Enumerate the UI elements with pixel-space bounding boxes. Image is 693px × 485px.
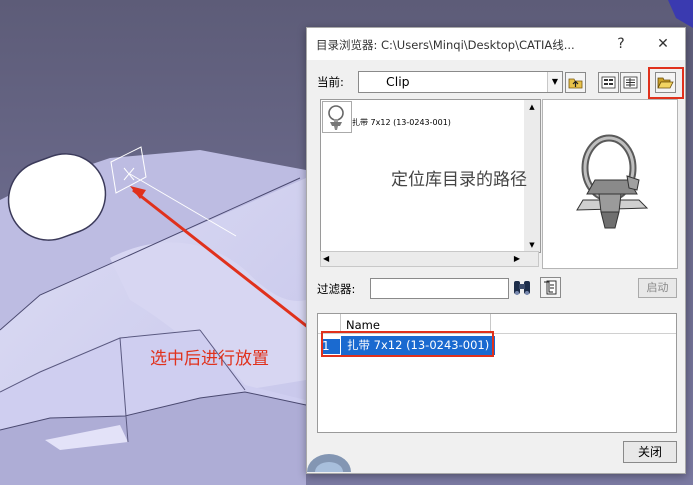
current-label: 当前:	[317, 75, 344, 89]
scroll-right-icon[interactable]: ▶	[514, 254, 520, 263]
list-item[interactable]: 扎带 7x12 (13-0243-001)	[321, 100, 521, 133]
view-icons-button[interactable]	[598, 72, 619, 93]
open-catalog-highlight	[648, 67, 684, 99]
dialog-title: 目录浏览器: C:\Users\Minqi\Desktop\CATIA线...	[316, 38, 575, 52]
results-table: Name 1 扎带 7x12 (13-0243-001)	[317, 313, 677, 433]
column-header-name[interactable]: Name	[346, 318, 380, 332]
filter-button[interactable]	[540, 277, 561, 298]
scroll-left-icon[interactable]: ◀	[323, 254, 329, 263]
folder-up-icon	[568, 78, 583, 89]
search-button[interactable]	[511, 276, 533, 298]
folder-up-button[interactable]	[565, 72, 586, 93]
view-details-icon	[623, 76, 638, 89]
close-button[interactable]: 关闭	[623, 441, 677, 463]
selected-row-highlight	[321, 331, 494, 357]
scroll-down-icon[interactable]: ▼	[524, 238, 540, 252]
clip-preview-icon	[576, 134, 649, 229]
filter-icon	[544, 280, 557, 295]
help-button[interactable]: ?	[611, 34, 631, 54]
chevron-down-icon[interactable]: ▼	[547, 72, 562, 92]
list-item-label: 扎带 7x12 (13-0243-001)	[352, 118, 451, 127]
title-bar[interactable]: 目录浏览器: C:\Users\Minqi\Desktop\CATIA线... …	[307, 28, 685, 60]
path-note: 定位库目录的路径	[391, 170, 527, 190]
filter-input[interactable]	[370, 278, 509, 299]
scroll-up-icon[interactable]: ▲	[524, 100, 540, 114]
binoculars-icon	[514, 281, 530, 295]
clip-thumbnail-icon	[322, 101, 352, 133]
place-note: 选中后进行放置	[150, 349, 269, 369]
view-icons-icon	[601, 76, 616, 89]
corner-globe	[307, 454, 351, 472]
horizontal-scrollbar[interactable]: ◀ ▶	[320, 251, 539, 267]
view-details-button[interactable]	[620, 72, 641, 93]
catalog-browser-dialog: 目录浏览器: C:\Users\Minqi\Desktop\CATIA线... …	[306, 27, 686, 474]
start-button[interactable]: 启动	[638, 278, 677, 298]
close-x-button[interactable]: ✕	[653, 34, 673, 54]
current-path-select[interactable]: Clip ▼	[358, 71, 563, 93]
filter-label: 过滤器:	[317, 282, 356, 296]
current-path-value: Clip	[386, 74, 410, 89]
preview-panel	[542, 99, 678, 269]
